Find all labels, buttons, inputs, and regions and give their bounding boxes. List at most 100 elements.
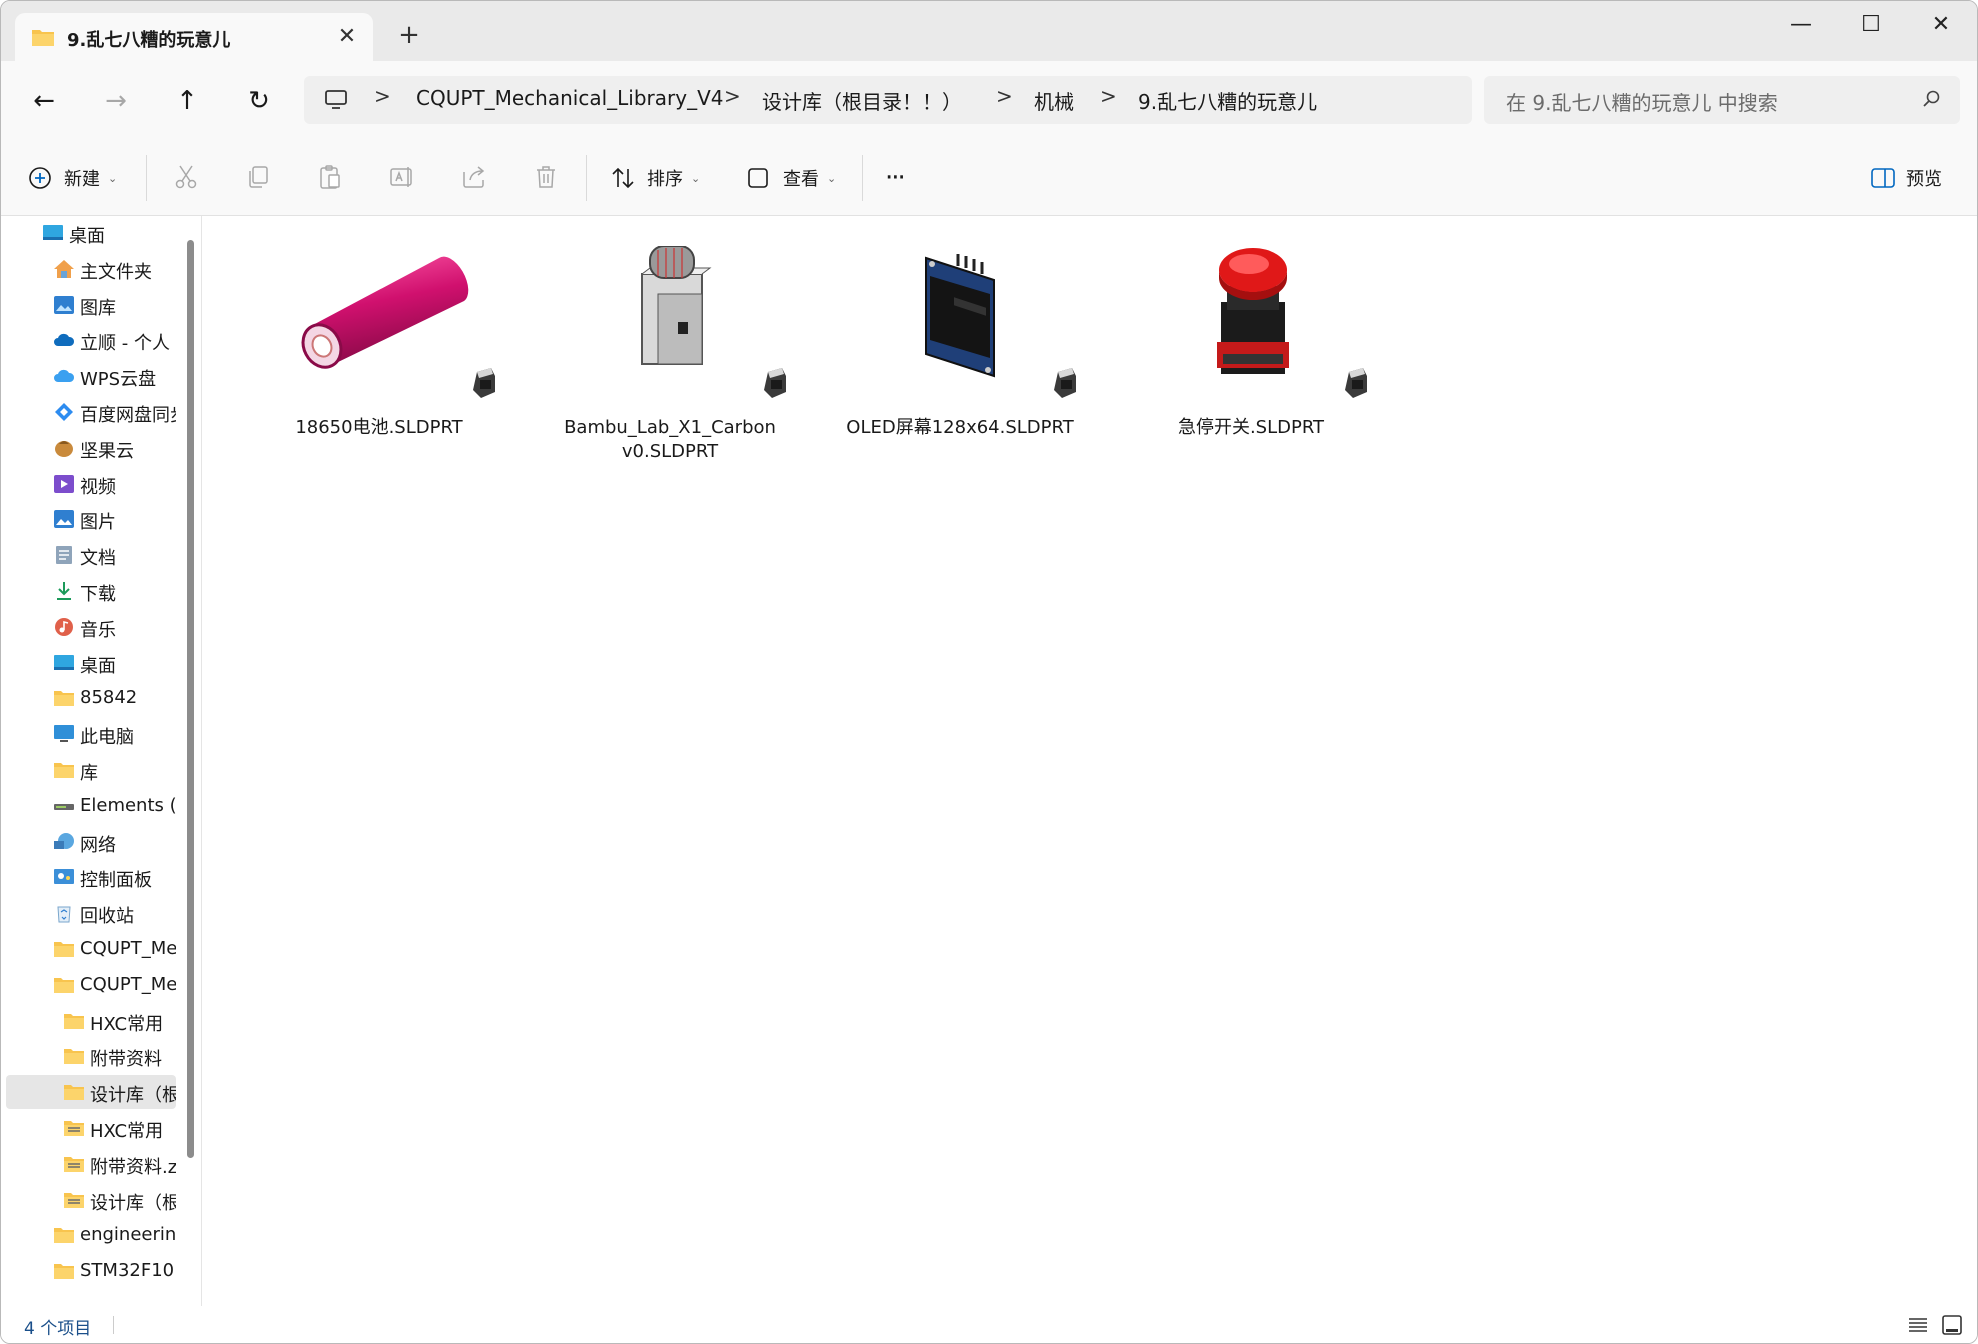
file-item[interactable]: Bambu_Lab_X1_Carbon v0.SLDPRT [540,245,800,462]
file-item[interactable]: 急停开关.SLDPRT [1121,246,1381,446]
sidebar-item[interactable]: 网络 [6,825,176,859]
sidebar-item[interactable]: 此电脑 [6,717,176,751]
sidebar-item[interactable]: engineering [6,1218,176,1252]
tiles-view-icon[interactable] [1941,1314,1963,1336]
sidebar-item-label: 附带资料.z [90,1156,176,1178]
folder-icon [53,688,75,708]
sidebar-item-label: 附带资料 [90,1049,162,1071]
maximize-button[interactable]: ☐ [1836,5,1906,45]
file-item[interactable]: 18650电池.SLDPRT [249,246,509,446]
sidebar-item[interactable]: WPS云盘 [6,359,176,393]
file-item[interactable]: OLED屏幕128x64.SLDPRT [830,246,1090,446]
new-button-label: 新建 [64,169,100,190]
view-button[interactable]: 查看 ⌄ [747,159,836,197]
sidebar-item[interactable]: CQUPT_Me [6,932,176,966]
zip-folder-icon [63,1154,85,1174]
sidebar-item[interactable]: CQUPT_Me [6,968,176,1002]
breadcrumb-item[interactable]: CQUPT_Mechanical_Library_V4 [416,86,724,110]
sidebar-item[interactable]: 附带资料.z [6,1147,176,1181]
breadcrumb-item[interactable]: 设计库（根目录！！） [762,86,962,115]
drive-icon [53,796,75,816]
close-window-button[interactable]: ✕ [1906,5,1976,45]
folder-icon [63,1011,85,1031]
sidebar-item-label: 网络 [80,834,116,856]
view-button-label: 查看 [783,169,819,190]
music-icon [53,617,75,637]
breadcrumb-item-current[interactable]: 9.乱七八糟的玩意儿 [1138,86,1317,115]
cut-icon[interactable] [173,164,199,194]
rename-icon[interactable] [389,164,415,194]
wps-cloud-icon [53,366,75,386]
sidebar-item[interactable]: 85842 [6,681,176,715]
sidebar-item[interactable]: 设计库（根 [6,1183,176,1217]
sidebar-item[interactable]: STM32F10 [6,1254,176,1288]
back-button[interactable]: ← [24,81,64,121]
preview-pane-button[interactable]: 预览 [1870,159,1942,197]
sidebar-item[interactable]: 图库 [6,288,176,322]
sidebar-item[interactable]: 桌面 [6,646,176,680]
share-icon[interactable] [461,164,487,194]
tab-current-folder[interactable]: 9.乱七八糟的玩意儿 ✕ [15,13,373,61]
emergency-stop-thumbnail [1161,246,1341,386]
control-panel-icon [53,867,75,887]
sidebar-item-label: 设计库（根 [90,1085,176,1107]
divider [146,155,147,201]
new-button[interactable]: 新建 ⌄ [28,159,117,197]
sidebar-item[interactable]: 桌面 [6,216,176,250]
sidebar-item[interactable]: 回收站 [6,896,176,930]
divider [862,155,863,201]
sort-button[interactable]: 排序 ⌄ [611,159,700,197]
breadcrumb-chevron-icon[interactable]: > [374,84,391,108]
search-placeholder: 在 9.乱七八糟的玩意儿 中搜索 [1506,91,1778,115]
sidebar-item-label: 坚果云 [80,440,134,462]
copy-icon[interactable] [245,164,271,194]
sidebar-item[interactable]: 百度网盘同步 [6,395,176,429]
navigation-bar: ← → ↑ ↻ > CQUPT_Mechanical_Library_V4 > … [1,61,1977,141]
sidebar-item[interactable]: 立顺 - 个人 [6,323,176,357]
sidebar-item[interactable]: 库 [6,753,176,787]
zip-folder-icon [63,1190,85,1210]
sidebar-item[interactable]: 坚果云 [6,431,176,465]
folder-icon [53,975,75,995]
chevron-down-icon: ⌄ [691,171,701,185]
sidebar-item[interactable]: 主文件夹 [6,252,176,286]
sidebar-item[interactable]: Elements (I [6,789,176,823]
folder-icon [53,1261,75,1281]
sidebar-item[interactable]: 附带资料 [6,1039,176,1073]
sidebar-item-label: STM32F10 [80,1260,175,1282]
sidebar-item[interactable]: 控制面板 [6,860,176,894]
chevron-down-icon: ⌄ [108,171,118,185]
folder-icon [31,27,55,51]
details-view-icon[interactable] [1907,1314,1929,1336]
breadcrumb-chevron-icon[interactable]: > [1100,84,1117,108]
sidebar-item[interactable]: HXC常用 [6,1111,176,1145]
search-input[interactable]: 在 9.乱七八糟的玩意儿 中搜索 [1484,76,1960,124]
new-tab-button[interactable]: + [393,19,425,51]
sidebar-item[interactable]: 文档 [6,538,176,572]
address-bar[interactable]: > CQUPT_Mechanical_Library_V4 > 设计库（根目录！… [304,76,1472,124]
sidebar-item[interactable]: 视频 [6,467,176,501]
sidebar-item[interactable]: 音乐 [6,610,176,644]
breadcrumb-chevron-icon[interactable]: > [724,84,741,108]
paste-icon[interactable] [317,164,343,194]
up-button[interactable]: ↑ [167,81,207,121]
zip-folder-icon [63,1118,85,1138]
refresh-button[interactable]: ↻ [239,81,279,121]
minimize-button[interactable]: — [1766,5,1836,45]
sidebar-item[interactable]: 设计库（根 [6,1075,176,1110]
this-pc-icon[interactable] [324,89,348,115]
sidebar-item[interactable]: HXC常用 [6,1004,176,1038]
desktop-icon [53,653,75,673]
scrollbar-thumb[interactable] [187,240,194,1158]
breadcrumb-item[interactable]: 机械 [1034,86,1074,115]
sidebar-item[interactable]: 下载 [6,574,176,608]
file-name: 18650电池.SLDPRT [295,417,463,438]
sidebar-item-label: 下载 [80,584,116,605]
forward-button[interactable]: → [96,81,136,121]
search-icon[interactable] [1922,89,1942,113]
close-tab-icon[interactable]: ✕ [331,21,363,53]
breadcrumb-chevron-icon[interactable]: > [996,84,1013,108]
more-options-button[interactable]: ··· [885,159,906,197]
sidebar-item[interactable]: 图片 [6,502,176,536]
delete-icon[interactable] [533,164,559,194]
